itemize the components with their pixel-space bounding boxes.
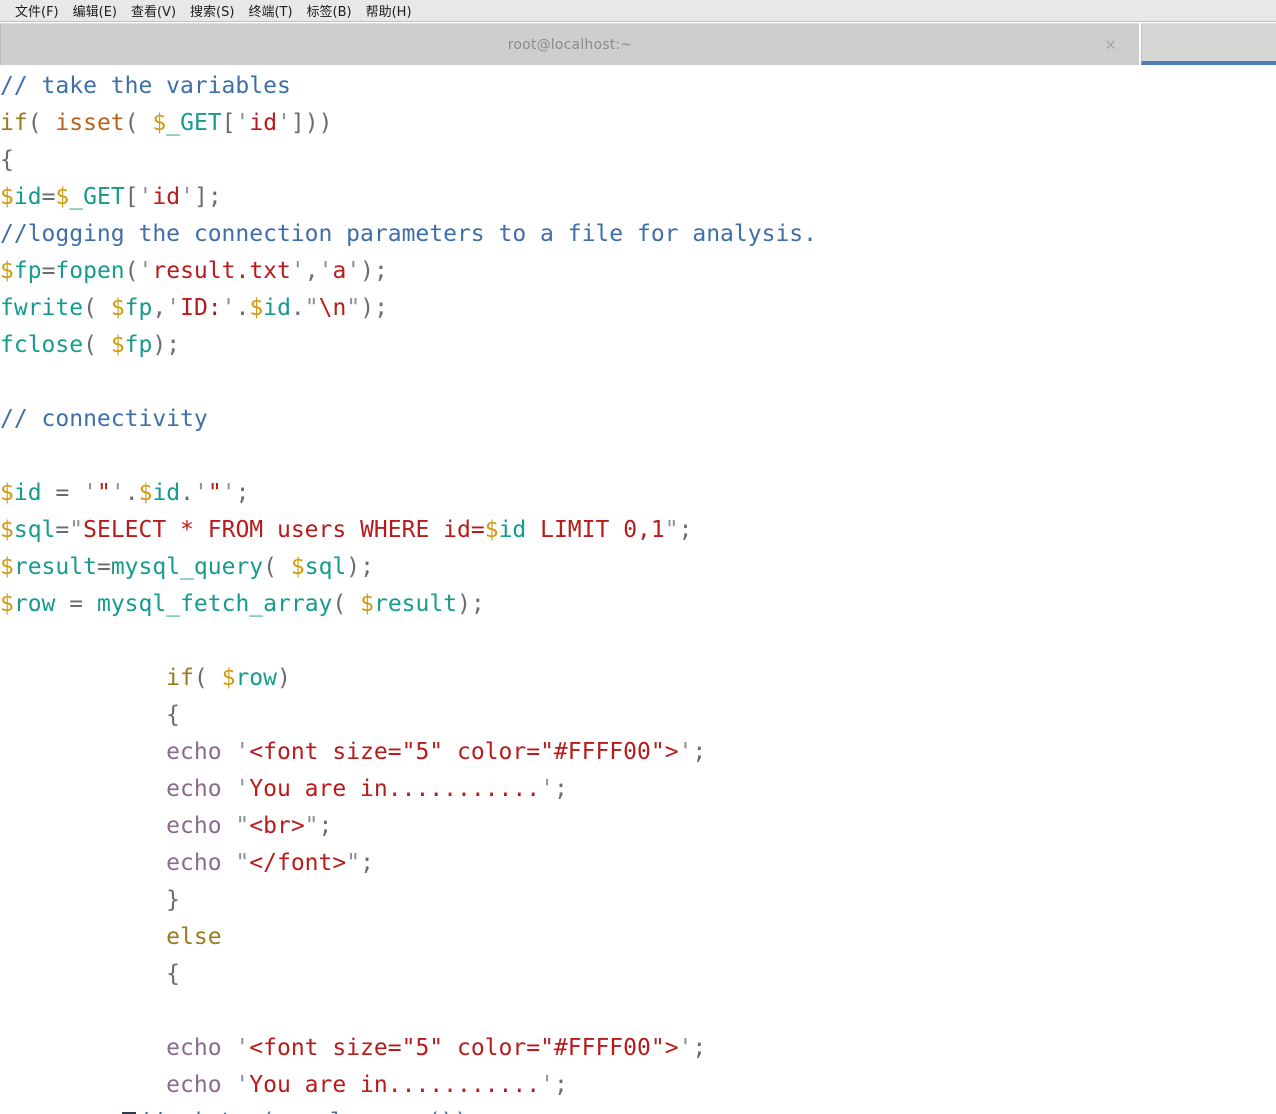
code-line: echo '<font size="5" color="#FFFF00">'; [166,739,707,765]
code-line: fwrite( $fp,'ID:'.$id."\n"); [0,295,388,321]
code-line: echo 'You are in...........'; [166,776,568,802]
menu-item-help[interactable]: 帮助(H) [359,0,419,21]
code-line: $id = '"'.$id.'"'; [0,480,250,506]
background-window-strip[interactable] [1141,23,1276,65]
menu-item-tabs[interactable]: 标签(B) [300,0,359,21]
menu-item-file[interactable]: 文件(F) [8,0,66,21]
code-line: if( $row) [166,665,291,691]
menu-item-search[interactable]: 搜索(S) [183,0,241,21]
code-line: //logging the connection parameters to a… [0,221,817,247]
code-line: echo "<br>"; [166,813,333,839]
code-line: $result=mysql_query( $sql); [0,554,374,580]
menu-item-terminal[interactable]: 终端(T) [241,0,299,21]
code-line: { [166,702,181,728]
code-line: { [0,147,14,173]
code-line: // connectivity [0,406,208,432]
code-line: echo 'You are in...........'; [166,1072,568,1098]
code-line: } [166,887,181,913]
menu-item-view[interactable]: 查看(V) [124,0,183,21]
code-line: if( isset( $_GET['id'])) [0,110,333,136]
code-line: $id=$_GET['id']; [0,184,222,210]
terminal-code-area[interactable]: // take the variables if( isset( $_GET['i… [0,66,1276,1114]
code-line: { [166,961,181,987]
menu-item-edit[interactable]: 编辑(E) [66,0,124,21]
window-title-bar[interactable]: root@localhost:~ × [0,23,1139,65]
code-line: fclose( $fp); [0,332,181,358]
code-line: $sql="SELECT * FROM users WHERE id=$id L… [0,517,693,543]
code-line: else [166,924,222,950]
code-line: $row = mysql_fetch_array( $result); [0,591,485,617]
code-line: echo "</font>"; [166,850,374,876]
code-line: // take the variables [0,73,291,99]
window-title: root@localhost:~ [507,36,633,53]
code-line: echo '<font size="5" color="#FFFF00">'; [166,1035,707,1061]
menu-bar: 文件(F) 编辑(E) 查看(V) 搜索(S) 终端(T) 标签(B) 帮助(H… [0,0,1276,22]
close-icon[interactable]: × [1104,37,1117,52]
code-line: $fp=fopen('result.txt','a'); [0,258,388,284]
code-line: //print_r(mysql_error()); [0,1104,1276,1114]
